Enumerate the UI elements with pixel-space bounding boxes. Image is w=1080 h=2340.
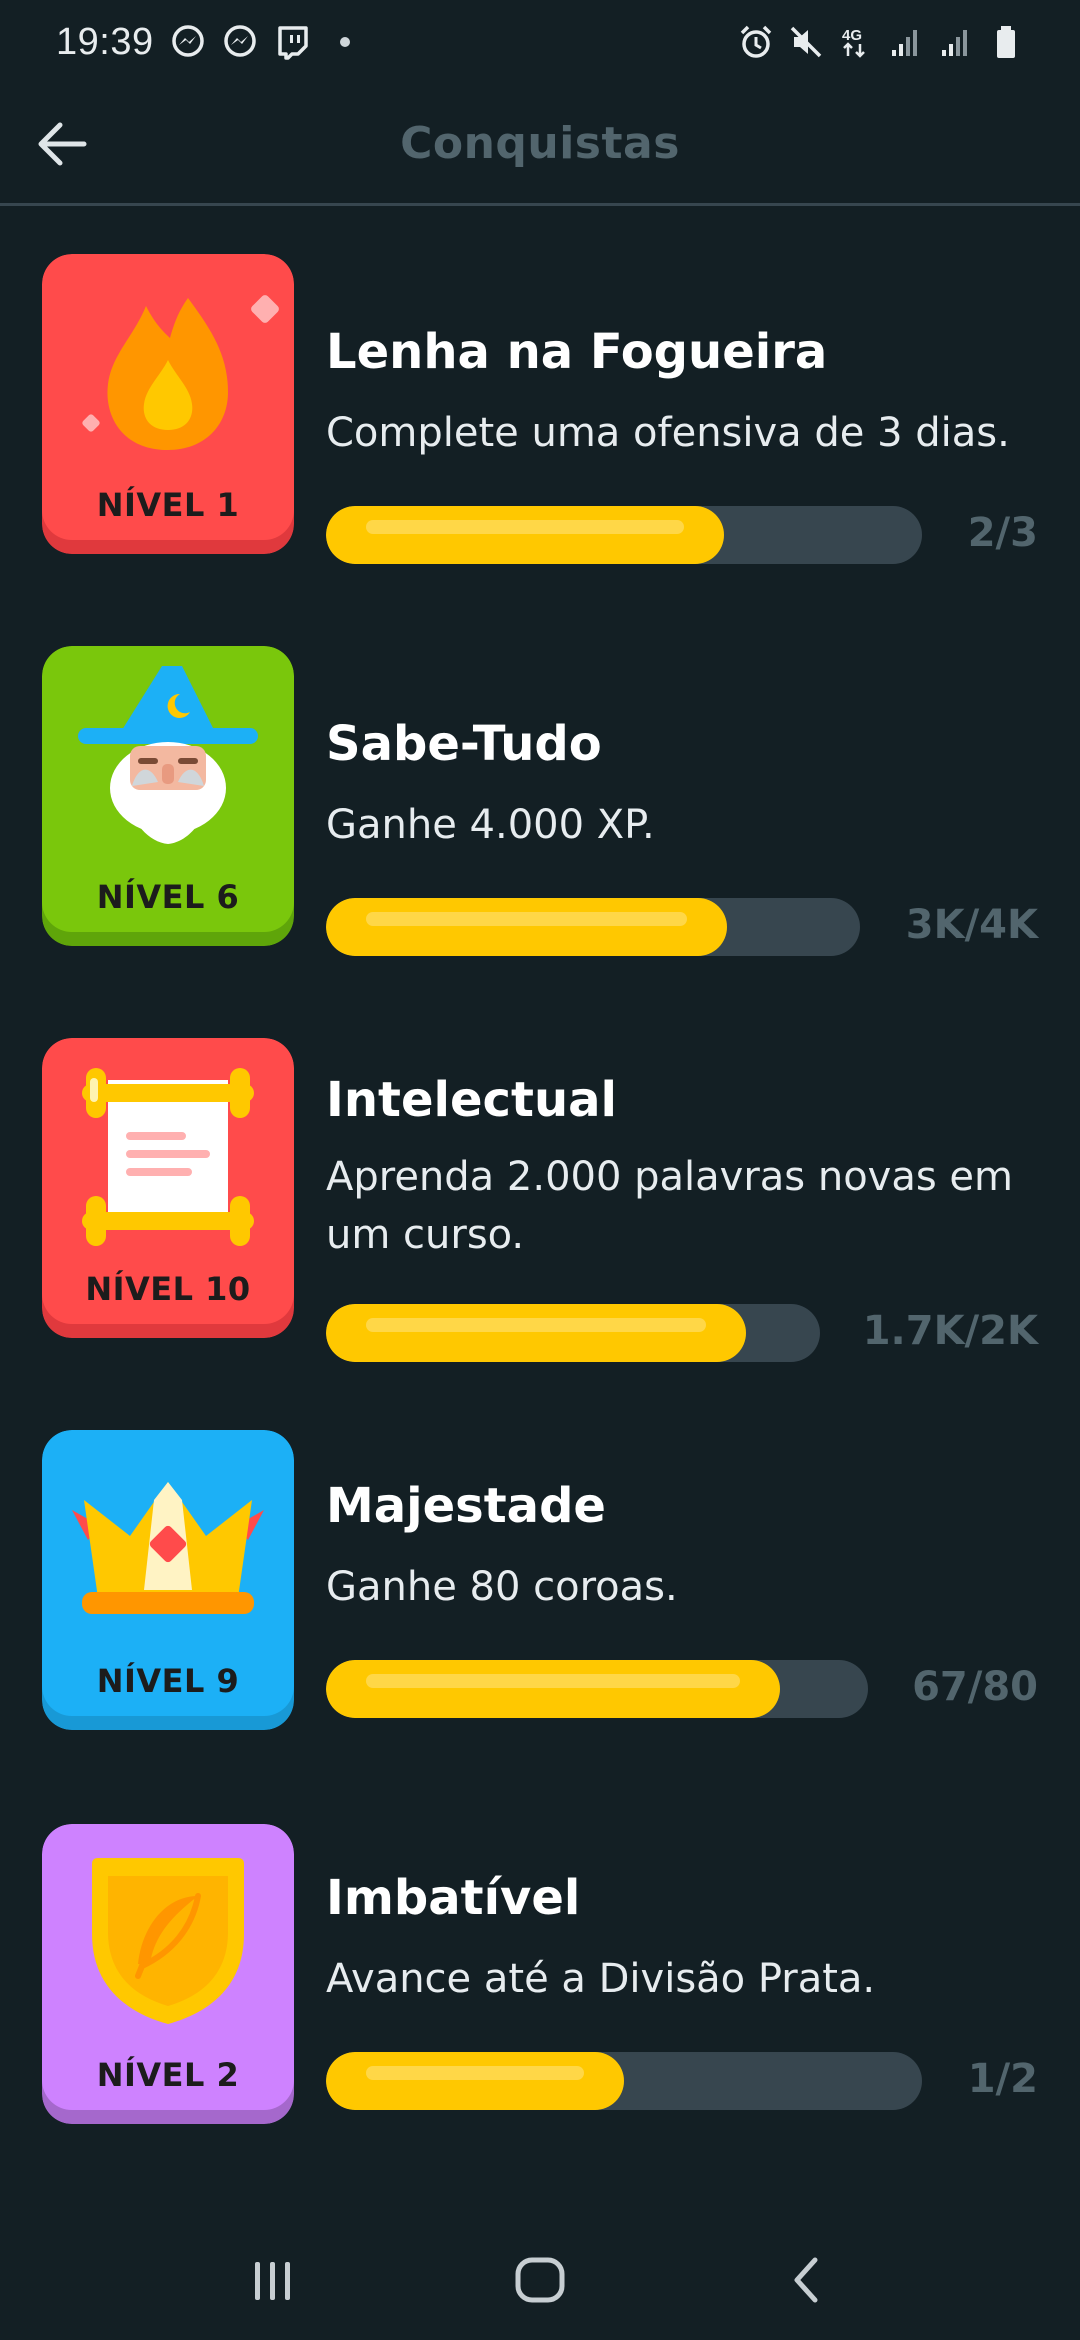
home-icon bbox=[515, 2257, 565, 2303]
back-icon bbox=[794, 2257, 818, 2303]
progress-bar-fill bbox=[326, 2052, 624, 2110]
messenger-icon bbox=[171, 25, 204, 57]
achievement-badge: NÍVEL 10 bbox=[42, 1038, 294, 1338]
badge-level: NÍVEL 6 bbox=[96, 878, 240, 916]
recents-button[interactable] bbox=[233, 2240, 313, 2320]
achievement-description: Aprenda 2.000 palavras novas em um curso… bbox=[326, 1154, 1013, 1258]
back-button[interactable] bbox=[28, 110, 96, 178]
crown-icon bbox=[72, 1482, 264, 1614]
achievement-title: Majestade bbox=[326, 1478, 606, 1534]
status-time: 19:39 bbox=[56, 20, 154, 63]
alarm-icon bbox=[740, 25, 772, 58]
progress-count: 67/80 bbox=[912, 1664, 1038, 1710]
status-left: 19:39 bbox=[56, 21, 350, 64]
recents-icon bbox=[255, 2262, 291, 2300]
battery-icon bbox=[997, 26, 1015, 58]
achievement-title: Lenha na Fogueira bbox=[326, 324, 828, 380]
arrow-left-icon bbox=[38, 122, 87, 166]
badge-level: NÍVEL 2 bbox=[96, 2056, 240, 2094]
signal-icon bbox=[892, 30, 917, 56]
achievement-description: Complete uma ofensiva de 3 dias. bbox=[326, 410, 1010, 456]
app-header: Conquistas bbox=[0, 84, 1080, 206]
achievement-title: Sabe-Tudo bbox=[326, 716, 602, 772]
home-button[interactable] bbox=[500, 2240, 580, 2320]
progress-count: 3K/4K bbox=[905, 902, 1038, 948]
achievement-badge: NÍVEL 6 bbox=[42, 646, 294, 946]
fire-icon bbox=[82, 295, 279, 450]
status-right: 4G bbox=[738, 24, 1024, 60]
twitch-icon bbox=[277, 26, 308, 60]
status-bar: 19:39 4G bbox=[0, 0, 1080, 84]
progress-bar-fill bbox=[326, 1304, 746, 1362]
achievement-badge: NÍVEL 2 bbox=[42, 1824, 294, 2124]
achievement-badge: NÍVEL 9 bbox=[42, 1430, 294, 1730]
mute-icon bbox=[790, 26, 822, 58]
achievement-description: Ganhe 80 coroas. bbox=[326, 1564, 678, 1610]
system-nav-bar bbox=[0, 2220, 1080, 2340]
achievement-title: Intelectual bbox=[326, 1072, 617, 1128]
achievement-description: Ganhe 4.000 XP. bbox=[326, 802, 655, 848]
4g-icon: 4G bbox=[842, 27, 865, 58]
achievement-description: Avance até a Divisão Prata. bbox=[326, 1956, 876, 2002]
progress-bar bbox=[326, 898, 860, 956]
signal-icon bbox=[942, 30, 967, 56]
scroll-icon bbox=[82, 1068, 254, 1246]
progress-count: 1.7K/2K bbox=[862, 1308, 1038, 1354]
notification-dot bbox=[339, 37, 350, 47]
nav-back-button[interactable] bbox=[767, 2240, 847, 2320]
wizard-icon bbox=[78, 666, 258, 844]
badge-level: NÍVEL 9 bbox=[96, 1662, 240, 1700]
progress-bar bbox=[326, 1660, 868, 1718]
progress-bar bbox=[326, 1304, 820, 1362]
badge-level: NÍVEL 10 bbox=[85, 1270, 251, 1308]
progress-bar bbox=[326, 506, 922, 564]
messenger-icon bbox=[223, 25, 256, 57]
progress-bar-fill bbox=[326, 1660, 780, 1718]
progress-count: 2/3 bbox=[967, 510, 1038, 556]
page-title: Conquistas bbox=[400, 118, 680, 169]
progress-bar bbox=[326, 2052, 922, 2110]
achievement-badge: NÍVEL 1 bbox=[42, 254, 294, 554]
badge-level: NÍVEL 1 bbox=[96, 486, 240, 524]
progress-bar-fill bbox=[326, 506, 724, 564]
progress-bar-fill bbox=[326, 898, 727, 956]
feather-shield-icon bbox=[92, 1858, 244, 2024]
progress-count: 1/2 bbox=[967, 2056, 1038, 2102]
achievement-title: Imbatível bbox=[326, 1870, 581, 1926]
network-label: 4G bbox=[842, 27, 862, 44]
